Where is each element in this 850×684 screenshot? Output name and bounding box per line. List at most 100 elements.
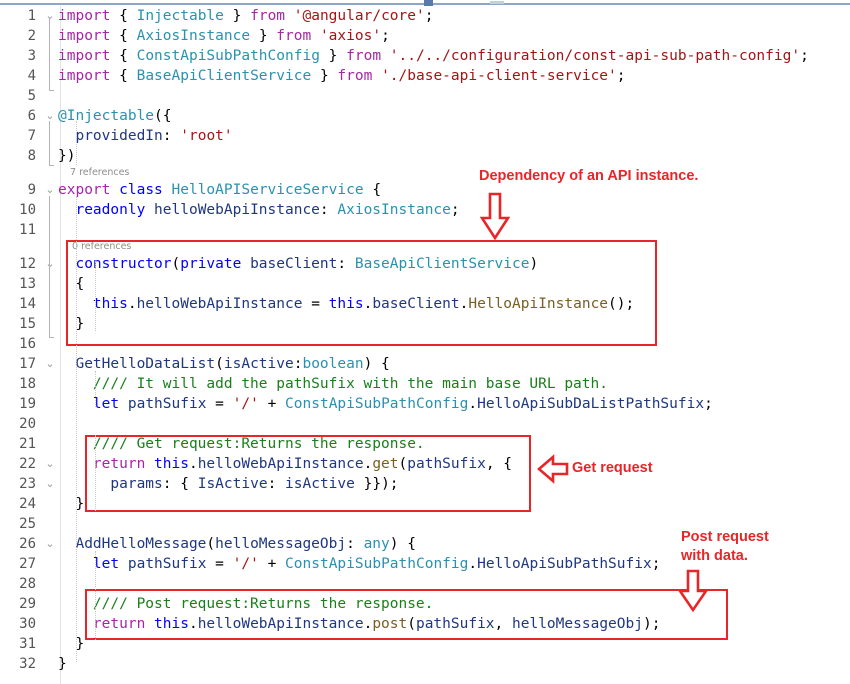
codelens-references-9[interactable]: 7 references (0, 166, 850, 180)
code-text: { (75, 276, 85, 292)
line-number: 9 (27, 182, 36, 198)
line-number: 6 (27, 108, 36, 124)
annotation-post-request-arrow-down-icon (678, 569, 708, 613)
codelens-label[interactable]: 7 references (70, 166, 129, 180)
code-line[interactable]: 6 ⌄ @Injectable({ (0, 106, 850, 126)
code-text: import { ConstApiSubPathConfig } from '.… (58, 48, 809, 64)
line-number: 15 (19, 316, 36, 332)
code-line[interactable]: 5 (0, 86, 850, 106)
code-text: export class HelloAPIServiceService { (58, 182, 382, 198)
line-number: 5 (27, 88, 36, 104)
code-line[interactable]: 2 import { AxiosInstance } from 'axios'; (0, 26, 850, 46)
code-text: } (75, 316, 85, 332)
code-text: this.helloWebApiInstance = this.baseClie… (92, 296, 635, 312)
code-line[interactable]: 18 //// It will add the pathSufix with t… (0, 374, 850, 394)
code-text: constructor(private baseClient: BaseApiC… (75, 256, 539, 272)
indent-guide-class (76, 196, 77, 662)
code-line[interactable]: 28 (0, 574, 850, 594)
code-line[interactable]: 3 import { ConstApiSubPathConfig } from '… (0, 46, 850, 66)
line-number: 12 (19, 256, 36, 272)
line-number: 13 (19, 276, 36, 292)
code-line[interactable]: 12 ⌄ constructor(private baseClient: Base… (0, 254, 850, 274)
line-number: 23 (19, 476, 36, 492)
code-line[interactable]: 21 //// Get request:Returns the response… (0, 434, 850, 454)
line-number: 28 (19, 576, 36, 592)
code-text: let pathSufix = '/' + ConstApiSubPathCon… (92, 556, 661, 572)
code-line[interactable]: 20 (0, 414, 850, 434)
code-text: readonly helloWebApiInstance: AxiosInsta… (75, 202, 460, 218)
code-line[interactable]: 19 let pathSufix = '/' + ConstApiSubPath… (0, 394, 850, 414)
fold-chevron-down-icon[interactable]: ⌄ (44, 180, 56, 200)
code-line[interactable]: 15 } (0, 314, 850, 334)
code-line[interactable]: 31 } (0, 634, 850, 654)
code-text: } (75, 636, 85, 652)
code-text: } (58, 656, 67, 672)
code-text: import { BaseApiClientService } from './… (58, 68, 626, 84)
codelens-label[interactable]: 0 references (72, 240, 131, 254)
code-text: //// Get request:Returns the response. (92, 436, 425, 452)
code-text: return this.helloWebApiInstance.get(path… (92, 456, 513, 472)
code-text: //// It will add the pathSufix with the … (92, 376, 608, 392)
code-line[interactable]: 24 } (0, 494, 850, 514)
line-number: 21 (19, 436, 36, 452)
line-number: 4 (27, 68, 36, 84)
line-number: 14 (19, 296, 36, 312)
codelens-references-12[interactable]: 0 references (0, 240, 850, 254)
code-line[interactable]: 14 this.helloWebApiInstance = this.baseC… (0, 294, 850, 314)
code-text: providedIn: 'root' (75, 128, 233, 144)
code-text: import { Injectable } from '@angular/cor… (58, 8, 434, 24)
annotation-dependency-arrow-down-icon (480, 192, 510, 241)
line-number: 20 (19, 416, 36, 432)
code-line[interactable]: 17 ⌄ GetHelloDataList(isActive:boolean) { (0, 354, 850, 374)
annotation-post-request-label-line1: Post request (681, 529, 769, 545)
code-text: params: { IsActive: isActive }}); (110, 476, 399, 492)
code-line[interactable]: 32} (0, 654, 850, 674)
line-number: 29 (19, 596, 36, 612)
fold-bracket-class (49, 196, 50, 337)
code-line[interactable]: 13 { (0, 274, 850, 294)
line-number: 8 (27, 148, 36, 164)
code-line[interactable]: 29 //// Post request:Returns the respons… (0, 594, 850, 614)
code-editor-surface[interactable]: 1 ⌄ import { Injectable } from '@angular/c… (0, 6, 850, 684)
code-line[interactable]: 7 providedIn: 'root' (0, 126, 850, 146)
code-line[interactable]: 10 readonly helloWebApiInstance: AxiosIn… (0, 200, 850, 220)
indent-guide-constructor (95, 261, 96, 331)
line-number: 18 (19, 376, 36, 392)
fold-chevron-down-icon[interactable]: ⌄ (44, 474, 56, 494)
code-text: let pathSufix = '/' + ConstApiSubPathCon… (92, 396, 713, 412)
fold-bracket-injectable-end (49, 165, 54, 166)
fold-bracket-injectable (49, 121, 50, 165)
fold-chevron-down-icon[interactable]: ⌄ (44, 106, 56, 126)
code-line[interactable]: 9 ⌄ export class HelloAPIServiceService { (0, 180, 850, 200)
code-text: } (75, 496, 85, 512)
fold-chevron-down-icon[interactable]: ⌄ (44, 354, 56, 374)
line-number: 31 (19, 636, 36, 652)
indent-guide-post-method (95, 551, 96, 587)
indent-guide-get-body (95, 435, 96, 511)
annotation-get-request-arrow-left-icon (537, 454, 569, 484)
code-line[interactable]: 4 import { BaseApiClientService } from '.… (0, 66, 850, 86)
code-line[interactable]: 8}) (0, 146, 850, 166)
indent-guide-get-method (95, 371, 96, 407)
line-number: 10 (19, 202, 36, 218)
fold-chevron-down-icon[interactable]: ⌄ (44, 534, 56, 554)
line-number: 32 (19, 656, 36, 672)
code-line[interactable]: 16 (0, 334, 850, 354)
line-number: 25 (19, 516, 36, 532)
code-text: }) (58, 148, 76, 164)
fold-chevron-down-icon[interactable]: ⌄ (44, 6, 56, 26)
fold-chevron-down-icon[interactable]: ⌄ (44, 454, 56, 474)
indent-guide-post-body (95, 589, 96, 640)
code-line[interactable]: 23 ⌄ params: { IsActive: isActive }}); (0, 474, 850, 494)
line-number: 24 (19, 496, 36, 512)
line-number: 7 (27, 128, 36, 144)
fold-chevron-down-icon[interactable]: ⌄ (44, 254, 56, 274)
annotation-post-request-label-line2: with data. (681, 548, 748, 564)
code-line[interactable]: 22 ⌄ return this.helloWebApiInstance.get(… (0, 454, 850, 474)
code-line[interactable]: 11 (0, 220, 850, 240)
line-number: 19 (19, 396, 36, 412)
code-line[interactable]: 30 return this.helloWebApiInstance.post(… (0, 614, 850, 634)
code-text: AddHelloMessage(helloMessageObj: any) { (75, 536, 416, 552)
code-text: return this.helloWebApiInstance.post(pat… (92, 616, 661, 632)
code-line[interactable]: 1 ⌄ import { Injectable } from '@angular/c… (0, 6, 850, 26)
